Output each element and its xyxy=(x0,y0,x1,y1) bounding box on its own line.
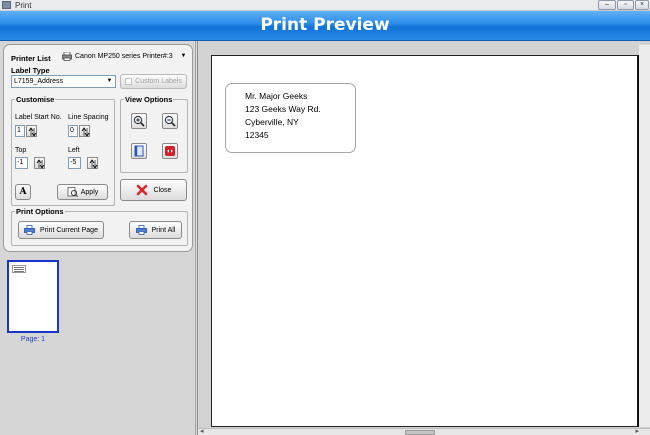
printer-icon xyxy=(24,225,35,235)
single-page-button[interactable] xyxy=(131,143,147,159)
left-pane: Printer List Canon MP250 series Printer#… xyxy=(0,41,196,435)
close-x-icon xyxy=(136,184,147,196)
label-start-no-spinner[interactable]: 1 xyxy=(15,125,37,137)
updown-icon[interactable] xyxy=(34,157,45,169)
zoom-out-icon xyxy=(164,115,176,127)
scroll-right-arrow-icon[interactable]: ▸ xyxy=(635,427,639,435)
left-offset-spinner[interactable]: -5 xyxy=(68,157,98,169)
line-spacing-value[interactable]: 0 xyxy=(68,125,78,137)
print-preview-banner: Print Preview xyxy=(0,11,650,41)
label-type-value: L7159_Address xyxy=(14,78,64,85)
line-spacing-spinner[interactable]: 0 xyxy=(68,125,90,137)
label-type-select[interactable]: L7159_Address ▼ xyxy=(11,75,116,88)
thumbnail-label-preview xyxy=(12,265,26,273)
page-title: Print Preview xyxy=(260,15,390,35)
label-start-no-value[interactable]: 1 xyxy=(15,125,25,137)
printer-select[interactable]: Canon MP250 series Printer#:3 ▼ xyxy=(61,51,189,64)
window-titlebar: Print – ▫ × xyxy=(0,0,650,11)
minimize-button[interactable]: – xyxy=(598,0,616,10)
print-app-icon xyxy=(2,1,11,9)
custom-labels-button: Custom Labels xyxy=(120,74,187,89)
left-offset-label: Left xyxy=(68,147,80,154)
preview-page: Mr. Major Geeks 123 Geeks Way Rd. Cyberv… xyxy=(211,55,639,427)
address-line-1: Mr. Major Geeks xyxy=(245,91,308,101)
preview-pane: Mr. Major Geeks 123 Geeks Way Rd. Cyberv… xyxy=(197,41,650,435)
chevron-down-icon: ▼ xyxy=(180,53,187,59)
print-options-title: Print Options xyxy=(15,207,65,216)
address-line-2: 123 Geeks Way Rd. xyxy=(245,104,321,114)
view-options-group: View Options xyxy=(120,95,188,173)
print-current-page-label: Print Current Page xyxy=(40,226,98,234)
top-offset-spinner[interactable]: -1 xyxy=(15,157,45,169)
printer-icon xyxy=(135,225,147,235)
font-button[interactable]: A xyxy=(15,184,31,200)
fit-page-icon xyxy=(165,146,175,156)
page-thumbnail[interactable] xyxy=(7,260,59,333)
settings-panel: Printer List Canon MP250 series Printer#… xyxy=(3,44,193,252)
updown-icon[interactable] xyxy=(79,125,90,137)
horizontal-scrollbar[interactable]: ◂ ▸ xyxy=(198,428,650,435)
address-label: Mr. Major Geeks 123 Geeks Way Rd. Cyberv… xyxy=(225,83,356,153)
print-current-page-button[interactable]: Print Current Page xyxy=(18,221,104,239)
left-offset-value[interactable]: -5 xyxy=(68,157,81,169)
custom-labels-checkbox-icon xyxy=(125,78,133,85)
updown-icon[interactable] xyxy=(87,157,98,169)
label-type-label: Label Type xyxy=(11,66,50,75)
close-window-button[interactable]: × xyxy=(635,0,649,10)
apply-button-label: Apply xyxy=(80,188,99,196)
custom-labels-button-label: Custom Labels xyxy=(135,78,182,85)
zoom-out-button[interactable] xyxy=(162,113,178,129)
print-all-label: Print All xyxy=(151,226,176,234)
page-icon xyxy=(134,145,144,157)
address-line-4: 12345 xyxy=(245,130,269,140)
fit-page-button[interactable] xyxy=(162,143,178,159)
customise-group: Customise Label Start No. 1 Line Spacing… xyxy=(11,95,115,206)
close-button[interactable]: Close xyxy=(120,179,187,201)
print-all-button[interactable]: Print All xyxy=(129,221,182,239)
zoom-in-icon xyxy=(133,115,145,127)
view-options-title: View Options xyxy=(124,95,174,104)
address-line-3: Cyberville, NY xyxy=(245,117,299,127)
label-start-no-label: Label Start No. xyxy=(15,114,62,121)
line-spacing-label: Line Spacing xyxy=(68,114,109,121)
scroll-left-arrow-icon[interactable]: ◂ xyxy=(200,427,204,435)
print-options-group: Print Options Print Current Page Print A… xyxy=(11,207,188,246)
printer-icon xyxy=(62,52,72,61)
printer-list-label: Printer List xyxy=(11,54,51,63)
close-button-label: Close xyxy=(153,186,172,194)
maximize-button[interactable]: ▫ xyxy=(617,0,634,10)
top-offset-label: Top xyxy=(15,147,27,154)
apply-icon xyxy=(67,187,78,197)
zoom-in-button[interactable] xyxy=(131,113,147,129)
vertical-scrollbar[interactable] xyxy=(639,45,650,427)
printer-select-value: Canon MP250 series Printer#:3 xyxy=(75,53,173,60)
customise-title: Customise xyxy=(15,95,56,104)
chevron-down-icon: ▼ xyxy=(106,78,113,84)
top-offset-value[interactable]: -1 xyxy=(15,157,28,169)
updown-icon[interactable] xyxy=(26,125,37,137)
thumbnail-page-label: Page: 1 xyxy=(20,336,46,343)
window-title: Print xyxy=(15,1,32,10)
apply-button[interactable]: Apply xyxy=(57,184,108,200)
horizontal-scroll-thumb[interactable] xyxy=(405,430,435,435)
